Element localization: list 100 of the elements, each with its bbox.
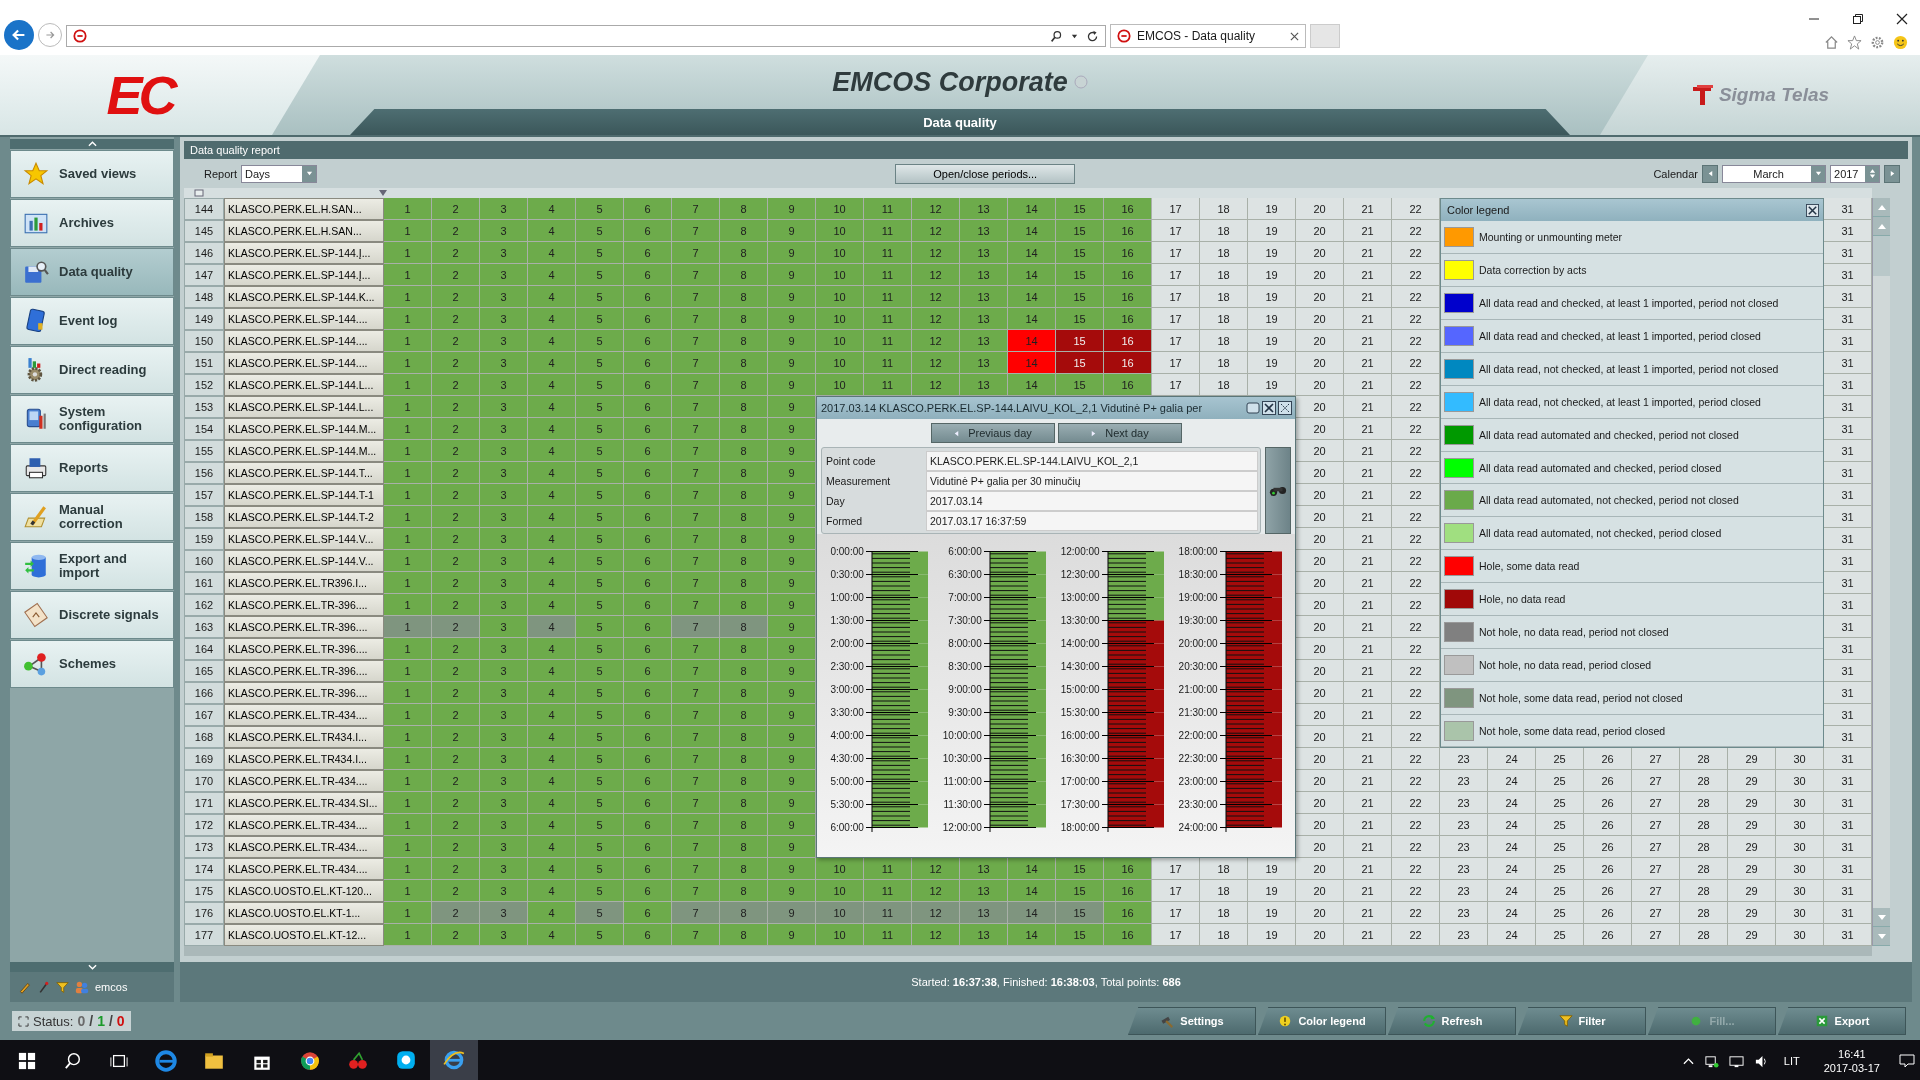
day-cell[interactable]: 22 [1392,704,1440,727]
day-cell[interactable]: 24 [1488,924,1536,947]
scroll-up-icon[interactable] [87,141,97,147]
day-cell[interactable]: 4 [528,374,576,397]
day-cell[interactable]: 22 [1392,924,1440,947]
day-cell[interactable]: 21 [1344,418,1392,441]
day-cell[interactable]: 3 [480,396,528,419]
day-cell[interactable]: 4 [528,396,576,419]
day-cell[interactable]: 29 [1728,902,1776,925]
day-cell[interactable]: 4 [528,704,576,727]
day-cell[interactable]: 1 [384,638,432,661]
day-cell[interactable]: 20 [1296,462,1344,485]
day-cell[interactable]: 13 [960,880,1008,903]
day-cell[interactable]: 26 [1584,748,1632,771]
day-cell[interactable]: 30 [1776,924,1824,947]
point-name-button[interactable]: KLASCO.UOSTO.EL.KT-1... [224,902,384,925]
day-cell[interactable]: 16 [1104,902,1152,925]
day-cell[interactable]: 31 [1824,836,1872,859]
day-cell[interactable]: 15 [1056,308,1104,331]
day-cell[interactable]: 22 [1392,352,1440,375]
day-cell[interactable]: 16 [1104,374,1152,397]
day-cell[interactable]: 24 [1488,770,1536,793]
day-cell[interactable]: 15 [1056,220,1104,243]
day-cell[interactable]: 6 [624,308,672,331]
day-cell[interactable]: 4 [528,814,576,837]
day-cell[interactable]: 27 [1632,880,1680,903]
day-cell[interactable]: 12 [912,374,960,397]
day-cell[interactable]: 10 [816,242,864,265]
day-cell[interactable]: 15 [1056,198,1104,221]
close-icon[interactable] [1290,31,1299,41]
settings-icon[interactable] [1870,35,1885,50]
day-cell[interactable]: 10 [816,374,864,397]
day-cell[interactable]: 19 [1248,242,1296,265]
day-cell[interactable]: 20 [1296,506,1344,529]
day-cell[interactable]: 18 [1200,902,1248,925]
day-cell[interactable]: 18 [1200,220,1248,243]
day-cell[interactable]: 3 [480,462,528,485]
day-cell[interactable]: 9 [768,638,816,661]
day-cell[interactable]: 9 [768,198,816,221]
day-cell[interactable]: 20 [1296,836,1344,859]
day-cell[interactable]: 5 [576,484,624,507]
day-cell[interactable]: 20 [1296,198,1344,221]
day-cell[interactable]: 31 [1824,902,1872,925]
day-cell[interactable]: 20 [1296,594,1344,617]
sidebar-item[interactable]: System configuration [10,395,174,443]
day-cell[interactable]: 5 [576,198,624,221]
day-cell[interactable]: 1 [384,704,432,727]
day-cell[interactable]: 4 [528,264,576,287]
day-cell[interactable]: 7 [672,858,720,881]
maximize-icon[interactable] [1246,401,1260,416]
day-cell[interactable]: 6 [624,396,672,419]
day-cell[interactable]: 3 [480,374,528,397]
day-cell[interactable]: 5 [576,286,624,309]
day-cell[interactable]: 1 [384,374,432,397]
day-cell[interactable]: 27 [1632,814,1680,837]
day-cell[interactable]: 16 [1104,924,1152,947]
day-cell[interactable]: 9 [768,352,816,375]
day-cell[interactable]: 3 [480,352,528,375]
day-cell[interactable]: 11 [864,880,912,903]
day-cell[interactable]: 12 [912,308,960,331]
day-cell[interactable]: 7 [672,484,720,507]
day-cell[interactable]: 8 [720,572,768,595]
day-cell[interactable]: 30 [1776,770,1824,793]
day-cell[interactable]: 4 [528,858,576,881]
day-cell[interactable]: 3 [480,440,528,463]
day-cell[interactable]: 21 [1344,572,1392,595]
day-cell[interactable]: 5 [576,616,624,639]
day-cell[interactable]: 29 [1728,880,1776,903]
day-cell[interactable]: 31 [1824,528,1872,551]
day-cell[interactable]: 8 [720,858,768,881]
day-cell[interactable]: 9 [768,748,816,771]
day-cell[interactable]: 20 [1296,286,1344,309]
day-cell[interactable]: 16 [1104,330,1152,353]
day-cell[interactable]: 3 [480,748,528,771]
day-cell[interactable]: 2 [432,220,480,243]
day-cell[interactable]: 22 [1392,902,1440,925]
day-cell[interactable]: 22 [1392,440,1440,463]
day-cell[interactable]: 2 [432,616,480,639]
day-cell[interactable]: 6 [624,682,672,705]
day-cell[interactable]: 12 [912,264,960,287]
day-cell[interactable]: 20 [1296,880,1344,903]
day-cell[interactable]: 2 [432,396,480,419]
day-cell[interactable]: 7 [672,286,720,309]
day-cell[interactable]: 6 [624,374,672,397]
day-cell[interactable]: 1 [384,462,432,485]
day-cell[interactable]: 1 [384,880,432,903]
day-cell[interactable]: 14 [1008,858,1056,881]
day-cell[interactable]: 29 [1728,836,1776,859]
day-cell[interactable]: 21 [1344,770,1392,793]
day-cell[interactable]: 31 [1824,220,1872,243]
point-name-button[interactable]: KLASCO.PERK.EL.SP-144.L... [224,374,384,397]
day-cell[interactable]: 21 [1344,198,1392,221]
day-cell[interactable]: 8 [720,726,768,749]
day-cell[interactable]: 13 [960,198,1008,221]
day-cell[interactable]: 5 [576,440,624,463]
day-cell[interactable]: 26 [1584,836,1632,859]
point-name-button[interactable]: KLASCO.PERK.EL.H.SAN... [224,220,384,243]
day-cell[interactable]: 10 [816,264,864,287]
day-cell[interactable]: 9 [768,330,816,353]
day-cell[interactable]: 21 [1344,396,1392,419]
